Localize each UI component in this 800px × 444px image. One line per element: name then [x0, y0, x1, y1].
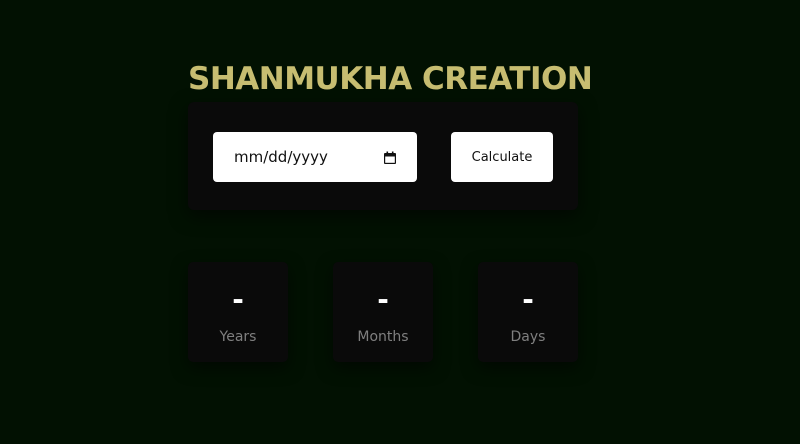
months-value: - [377, 283, 389, 316]
app-title: SHANMUKHA CREATION [188, 61, 593, 97]
calculate-button[interactable]: Calculate [451, 132, 553, 182]
age-calculator-app: SHANMUKHA CREATION mm/dd/yyyy Calculate … [188, 58, 593, 362]
years-value: - [232, 283, 244, 316]
date-input[interactable]: mm/dd/yyyy [213, 132, 417, 182]
days-value: - [522, 283, 534, 316]
years-label: Years [219, 329, 257, 345]
date-input-placeholder: mm/dd/yyyy [234, 148, 328, 166]
months-card: - Months [333, 262, 433, 362]
months-label: Months [357, 329, 409, 345]
days-card: - Days [478, 262, 578, 362]
input-panel: mm/dd/yyyy Calculate [188, 102, 578, 210]
days-label: Days [510, 329, 546, 345]
results-row: - Years - Months - Days [188, 262, 578, 362]
years-card: - Years [188, 262, 288, 362]
calendar-icon[interactable] [383, 150, 397, 164]
